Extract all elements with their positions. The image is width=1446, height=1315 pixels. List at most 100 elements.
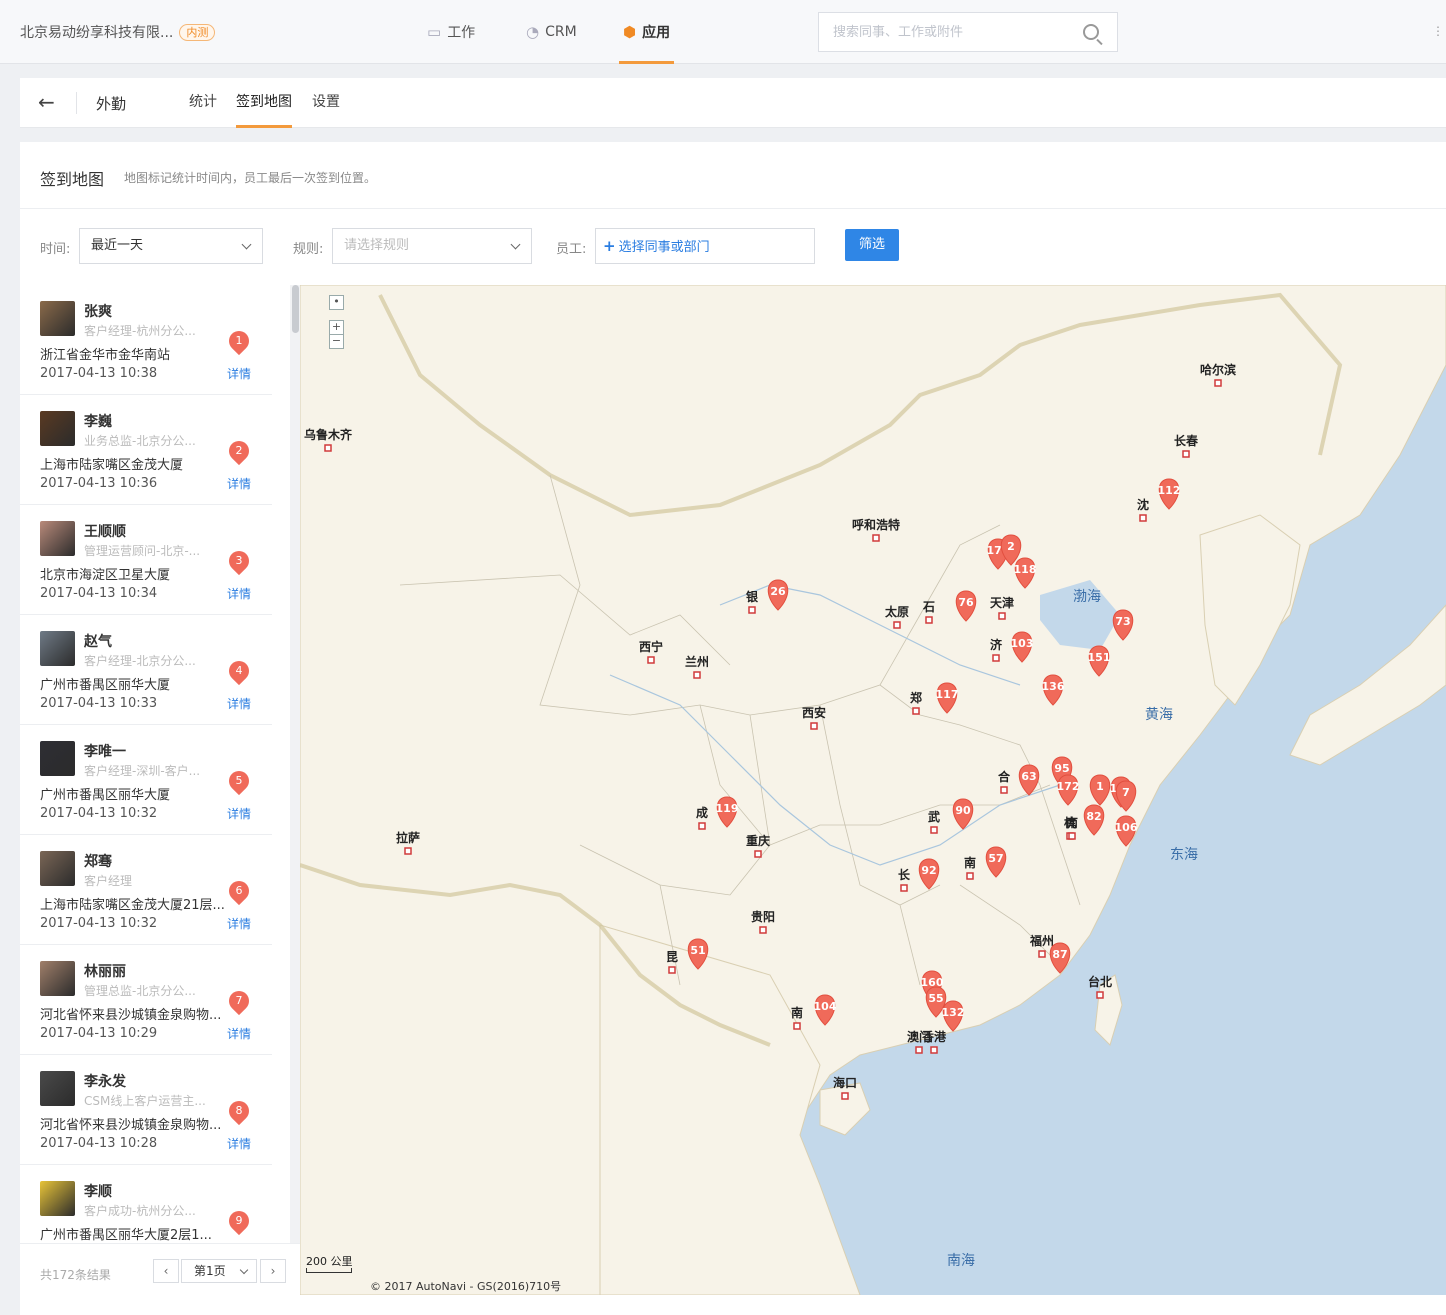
list-item[interactable]: 张爽 客户经理-杭州分公... 浙江省金华市金华南站 2017-04-13 10:38… (20, 285, 272, 395)
list-item[interactable]: 郑骞 客户经理 上海市陆家嘴区金茂大厦21层... 2017-04-13 10:32 6… (20, 835, 272, 945)
city-label: 拉萨 (396, 830, 420, 845)
employee-role: CSM线上客户运营主... (84, 1094, 206, 1108)
marker-number: 26 (770, 585, 786, 598)
marker-number: 118 (1014, 563, 1037, 576)
checkin-map[interactable]: 乌鲁木齐 哈尔滨 长春沈呼和浩特 天津 太原石西宁 兰州银西安济郑拉萨成重庆武合南杭长南贵… (300, 285, 1446, 1295)
list-item[interactable]: 李唯一 客户经理-深圳-客户... 广州市番禺区丽华大厦 2017-04-13 10:… (20, 725, 272, 835)
employee-name: 李巍 (84, 414, 112, 430)
page-select[interactable]: 第1页 (181, 1259, 257, 1283)
pin-number: 7 (235, 994, 243, 1007)
beta-badge: 内测 (179, 24, 216, 41)
divider (76, 92, 77, 114)
city-label: 合 (998, 769, 1011, 784)
nav-work[interactable]: ▭ 工作 (427, 0, 475, 64)
list-item[interactable]: 李巍 业务总监-北京分公... 上海市陆家嘴区金茂大厦 2017-04-13 10:3… (20, 395, 272, 505)
prev-page-button[interactable]: ‹ (153, 1259, 179, 1283)
staff-picker[interactable]: + 选择同事或部门 (595, 228, 815, 264)
avatar (40, 631, 75, 666)
marker-number: 1 (1096, 780, 1104, 793)
rule-label: 规则: (293, 242, 324, 257)
city-label: 银 (746, 589, 759, 604)
list-item[interactable]: 王顺顺 管理运营顾问-北京-... 北京市海淀区卫星大厦 2017-04-13 10:… (20, 505, 272, 615)
zoom-out-button[interactable]: − (329, 334, 344, 349)
time-select-value: 最近一天 (91, 238, 144, 253)
work-icon: ▭ (427, 23, 442, 41)
detail-link[interactable]: 详情 (227, 915, 251, 932)
next-page-button[interactable]: › (260, 1259, 286, 1283)
city-label: 沈 (1137, 497, 1149, 512)
search-input[interactable] (833, 13, 1083, 51)
checkin-time: 2017-04-13 10:32 (40, 806, 158, 821)
tab-settings[interactable]: 设置 (312, 78, 340, 128)
city-label: 哈尔滨 (1200, 362, 1236, 377)
tab-checkin-map[interactable]: 签到地图 (236, 78, 292, 128)
marker-number: 103 (1011, 637, 1034, 650)
land-area (819, 1082, 871, 1136)
back-arrow-icon[interactable]: ← (38, 90, 55, 114)
detail-link[interactable]: 详情 (227, 475, 251, 492)
list-item[interactable]: 李永发 CSM线上客户运营主... 河北省怀来县沙城镇金泉购物... 2017-04-… (20, 1055, 272, 1165)
marker-number: 172 (1057, 780, 1080, 793)
pagination: 共172条结果 ‹ 第1页 › (20, 1243, 300, 1293)
zoom-in-button[interactable]: + (329, 320, 344, 335)
checkin-time: 2017-04-13 10:36 (40, 476, 158, 491)
marker-number: 55 (928, 992, 943, 1005)
avatar (40, 961, 75, 996)
list-item[interactable]: 林丽丽 管理总监-北京分公... 河北省怀来县沙城镇金泉购物... 2017-04-1… (20, 945, 272, 1055)
employee-role: 业务总监-北京分公... (84, 434, 196, 448)
time-select[interactable]: 最近一天 (79, 228, 263, 264)
marker-number: 119 (716, 802, 739, 815)
locate-icon[interactable]: • (329, 295, 344, 310)
nav-app[interactable]: ⬢ 应用 (618, 0, 675, 64)
detail-link[interactable]: 详情 (227, 1135, 251, 1152)
city-label: 昆 (666, 950, 678, 964)
city-label: 福州 (1029, 933, 1054, 948)
employee-name: 郑骞 (84, 854, 112, 870)
detail-link[interactable]: 详情 (227, 695, 251, 712)
city-dot (925, 616, 933, 624)
list-item[interactable]: 李顺 客户成功-杭州分公... 广州市番禺区丽华大厦2层1... 9 (20, 1165, 272, 1243)
tab-stats[interactable]: 统计 (189, 78, 217, 128)
search-icon[interactable] (1083, 24, 1099, 40)
city-label: 海口 (833, 1075, 857, 1090)
list-scrollbar[interactable] (290, 285, 300, 1243)
checkin-time: 2017-04-13 10:33 (40, 696, 158, 711)
city-label: 西宁 (639, 639, 663, 654)
location-pin-icon: 1 (224, 326, 254, 356)
marker-number: 112 (1158, 484, 1181, 497)
employee-name: 张爽 (84, 304, 112, 320)
location-pin-icon: 4 (224, 656, 254, 686)
city-dot (915, 1046, 923, 1054)
filter-button[interactable]: 筛选 (845, 229, 899, 261)
location-pin-icon: 2 (224, 436, 254, 466)
city-dot (759, 926, 767, 934)
map-scale: 200 公里 (306, 1255, 353, 1268)
employee-name: 李唯一 (84, 744, 126, 760)
detail-link[interactable]: 详情 (227, 805, 251, 822)
checkin-time: 2017-04-13 10:38 (40, 366, 158, 381)
location-pin-icon: 9 (224, 1206, 254, 1236)
detail-link[interactable]: 详情 (227, 1025, 251, 1042)
global-search (818, 12, 1118, 52)
marker-number: 104 (814, 1000, 837, 1013)
detail-link[interactable]: 详情 (227, 585, 251, 602)
nav-work-label: 工作 (447, 25, 476, 41)
more-icon[interactable]: ⋮ (1432, 24, 1444, 38)
crm-icon: ◔ (526, 23, 540, 41)
staff-label: 员工: (556, 242, 587, 257)
city-dot (693, 671, 701, 679)
sea-label: 南海 (947, 1253, 975, 1269)
company-name[interactable]: 北京易动纷享科技有限... 内测 (20, 22, 216, 42)
list-scrollbar-thumb[interactable] (292, 285, 299, 333)
checkin-address: 广州市番禺区丽华大厦 (40, 678, 171, 693)
list-item[interactable]: 赵气 客户经理-北京分公... 广州市番禺区丽华大厦 2017-04-13 10:33… (20, 615, 272, 725)
nav-app-label: 应用 (642, 25, 671, 41)
map-canvas[interactable]: 乌鲁木齐哈尔滨长春沈呼和浩特天津太原 石西宁兰州银西安济郑拉萨成重庆武合南杭长南贵… (300, 285, 1446, 1295)
city-dot (930, 1046, 938, 1054)
rule-select[interactable]: 请选择规则 (332, 228, 532, 264)
detail-link[interactable]: 详情 (227, 365, 251, 382)
company-name-text: 北京易动纷享科技有限... (20, 25, 174, 41)
city-label: 太原 (885, 604, 909, 619)
nav-crm[interactable]: ◔ CRM (526, 0, 577, 64)
city-dot (324, 444, 332, 452)
